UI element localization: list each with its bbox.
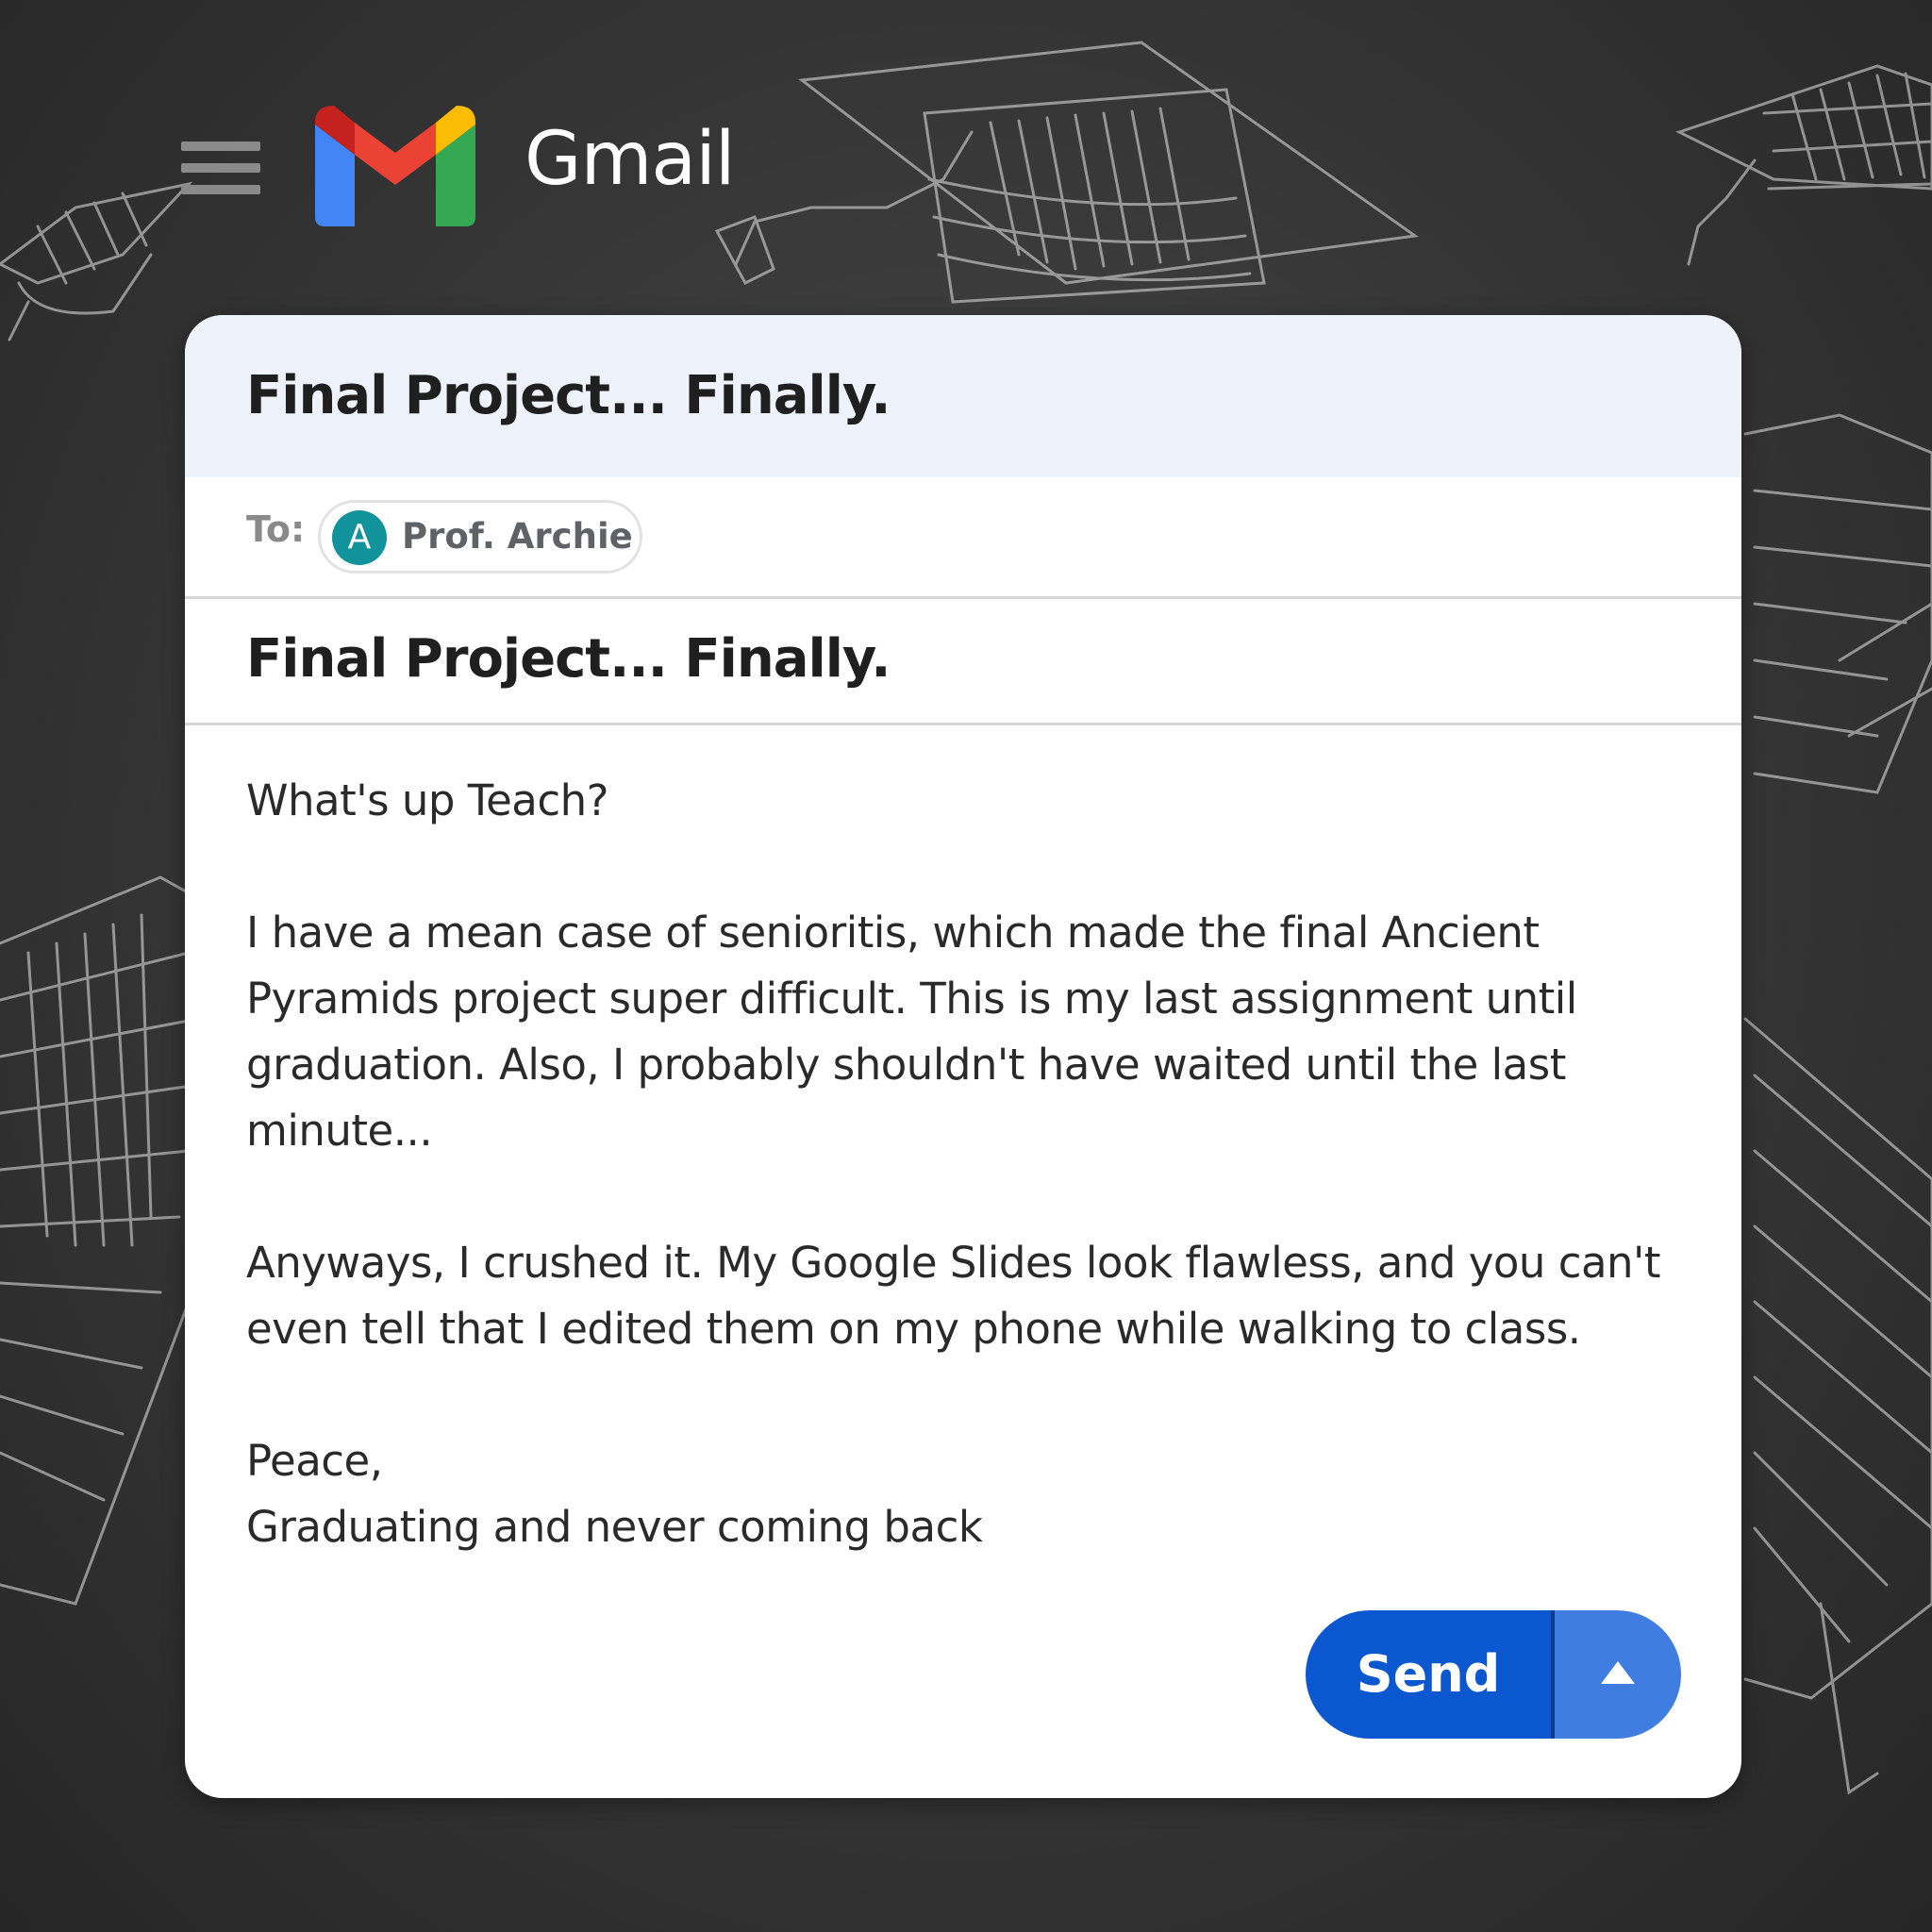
body-signoff: Peace, <box>246 1436 383 1486</box>
graduation-cap-drawing <box>1743 1017 1932 1795</box>
body-paragraph: I have a mean case of senioritis, which … <box>246 908 1577 1156</box>
send-button-group: Send <box>1306 1610 1681 1739</box>
recipient-chip[interactable]: A Prof. Archie <box>318 500 642 574</box>
compose-header: Final Project... Finally. <box>185 315 1741 477</box>
compose-window: Final Project... Finally. To: A Prof. Ar… <box>185 315 1741 1798</box>
divider <box>185 596 1741 599</box>
graduation-cap-drawing <box>714 41 1419 304</box>
send-options-button[interactable] <box>1555 1610 1681 1739</box>
divider <box>185 723 1741 725</box>
graduation-cap-drawing <box>0 181 193 341</box>
avatar: A <box>332 510 387 565</box>
body-greeting: What's up Teach? <box>246 775 609 825</box>
body-paragraph: Anyways, I crushed it. My Google Slides … <box>246 1238 1661 1354</box>
hamburger-menu-icon[interactable] <box>181 142 260 194</box>
app-title: Gmail <box>525 117 736 202</box>
gmail-logo-icon <box>315 106 475 226</box>
recipient-name: Prof. Archie <box>402 516 633 557</box>
compose-header-title: Final Project... Finally. <box>246 365 891 426</box>
graduation-cap-drawing <box>1675 64 1932 266</box>
to-label: To: <box>246 508 306 550</box>
send-button[interactable]: Send <box>1306 1610 1551 1739</box>
subject-field[interactable]: Final Project... Finally. <box>246 630 891 689</box>
caret-up-icon <box>1601 1661 1635 1684</box>
message-body[interactable]: What's up Teach? I have a mean case of s… <box>246 768 1699 1560</box>
graduation-cap-drawing <box>1743 413 1932 794</box>
body-signature: Graduating and never coming back <box>246 1502 983 1552</box>
